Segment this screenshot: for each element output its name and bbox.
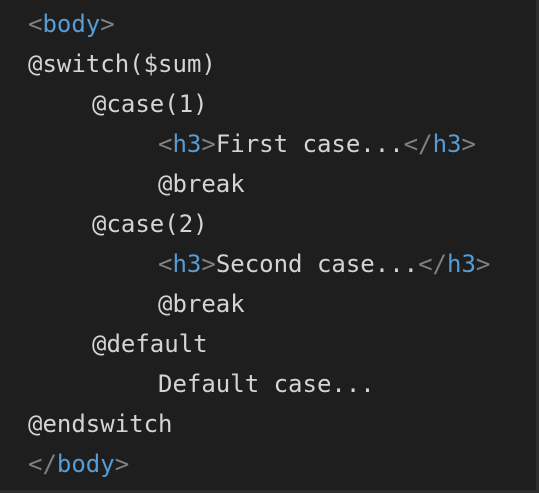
directive-endswitch: @endswitch [28,410,173,438]
tag-bracket: </ [403,130,433,158]
code-line-h3-first: <h3>First case...</h3> [28,124,490,164]
tag-name-h3: h3 [447,250,476,278]
code-line-break-2: @break [28,284,490,324]
tag-bracket: < [158,250,173,278]
code-editor[interactable]: <body> @switch($sum) @case(1) <h3>First … [0,0,539,493]
directive-break: @break [158,290,245,318]
tag-name-h3: h3 [432,130,462,158]
code-line-default: @default [28,324,490,364]
tag-name-body: body [42,10,101,38]
h3-text-first-case: First case... [215,130,404,158]
tag-bracket: > [201,130,216,158]
tag-bracket: > [100,10,115,38]
tag-bracket: < [158,130,173,158]
directive-case-1: @case(1) [92,90,208,118]
tag-bracket: </ [418,250,448,278]
code-line-switch: @switch($sum) [28,44,490,84]
tag-bracket: > [461,130,476,158]
tag-name-body: body [56,450,115,478]
tag-name-h3: h3 [172,250,202,278]
code-line-case-1: @case(1) [28,84,490,124]
code-line-h3-second: <h3>Second case...</h3> [28,244,490,284]
directive-break: @break [158,170,245,198]
code-line-body-open: <body> [28,4,490,44]
tag-bracket: </ [28,450,57,478]
code-line-case-2: @case(2) [28,204,490,244]
code-line-default-text: Default case... [28,364,490,404]
h3-text-second-case: Second case... [215,250,419,278]
code-line-break-1: @break [28,164,490,204]
directive-switch: @switch($sum) [28,50,216,78]
tag-bracket: < [28,10,43,38]
code-block: <body> @switch($sum) @case(1) <h3>First … [28,4,490,484]
tag-name-h3: h3 [172,130,202,158]
code-line-endswitch: @endswitch [28,404,490,444]
tag-bracket: > [201,250,216,278]
code-line-body-close: </body> [28,444,490,484]
directive-default: @default [92,330,208,358]
default-case-text: Default case... [158,370,375,398]
tag-bracket: > [475,250,491,278]
tag-bracket: > [114,450,130,478]
directive-case-2: @case(2) [92,210,208,238]
